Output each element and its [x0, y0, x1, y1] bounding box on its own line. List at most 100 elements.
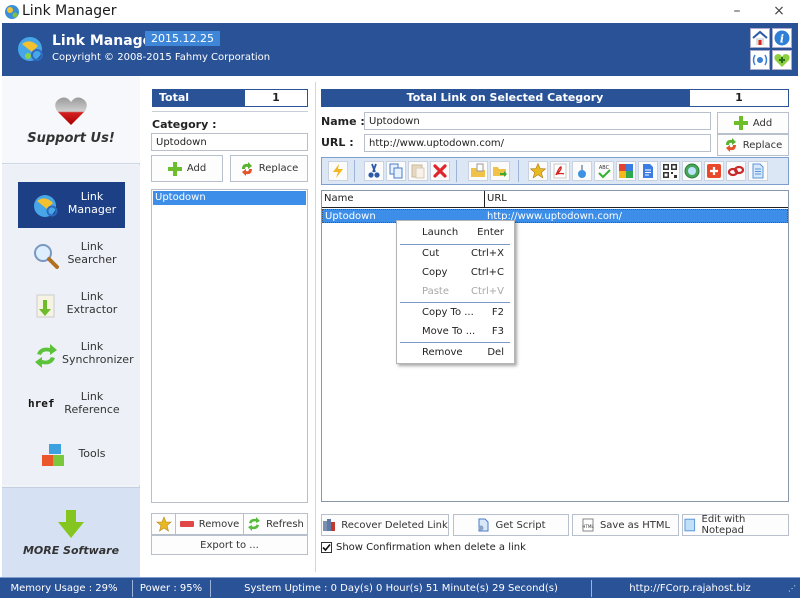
- copy-to-button[interactable]: [468, 161, 488, 181]
- category-label: Category :: [152, 118, 217, 131]
- cut-icon: [368, 163, 380, 178]
- qr-code-button[interactable]: [660, 161, 680, 181]
- total-category-count: 1: [244, 89, 308, 107]
- move-to-button[interactable]: [490, 161, 510, 181]
- save-as-html-button[interactable]: HTML Save as HTML: [572, 514, 679, 536]
- menu-item-copy[interactable]: Copy Ctrl+C: [397, 263, 514, 282]
- script-icon: [478, 518, 489, 532]
- favorite-category-button[interactable]: [151, 513, 176, 535]
- toolbar-separator: [518, 160, 519, 182]
- menu-label: Cut: [422, 248, 440, 259]
- add-category-button[interactable]: Add: [151, 155, 223, 182]
- menu-item-move-to[interactable]: Move To ... F3: [397, 322, 514, 341]
- add-plus-button[interactable]: [704, 161, 724, 181]
- notepad-button[interactable]: [748, 161, 768, 181]
- google-button[interactable]: [616, 161, 636, 181]
- sidebar-item-link-extractor[interactable]: Link Extractor: [18, 282, 125, 328]
- link-break-button[interactable]: [726, 161, 746, 181]
- potion-button[interactable]: [572, 161, 592, 181]
- spellcheck-button[interactable]: ABC: [594, 161, 614, 181]
- nav-label-line2: Searcher: [67, 253, 117, 266]
- update-button[interactable]: [750, 50, 770, 70]
- toolbar-separator: [354, 160, 355, 182]
- cell-name: Uptodown: [325, 211, 376, 222]
- column-divider[interactable]: [484, 191, 485, 208]
- menu-shortcut: Del: [487, 347, 504, 358]
- menu-shortcut: F3: [491, 326, 504, 337]
- replace-category-button[interactable]: Replace: [230, 155, 308, 182]
- notepad-icon: [684, 518, 696, 532]
- paste-button[interactable]: [408, 161, 428, 181]
- menu-item-cut[interactable]: Cut Ctrl+X: [397, 244, 514, 263]
- nav-label-line2: Extractor: [66, 303, 118, 316]
- support-us-label: Support Us!: [27, 131, 115, 146]
- menu-item-launch[interactable]: Launch Enter: [397, 223, 514, 242]
- add-label: Add: [752, 117, 773, 129]
- confirm-delete-checkbox[interactable]: [321, 542, 332, 553]
- copy-button[interactable]: [386, 161, 406, 181]
- add-link-button[interactable]: Add: [717, 112, 789, 134]
- window-title: Link Manager: [22, 3, 117, 19]
- replace-link-button[interactable]: Replace: [717, 134, 789, 156]
- menu-shortcut: Ctrl+C: [470, 267, 504, 278]
- menu-shortcut: Ctrl+V: [470, 286, 504, 297]
- web-button[interactable]: [682, 161, 702, 181]
- menu-item-remove[interactable]: Remove Del: [397, 343, 514, 362]
- nav-label-line1: Link: [80, 190, 104, 203]
- home-button[interactable]: [750, 28, 770, 48]
- resize-grip-icon[interactable]: ⋰: [788, 578, 796, 599]
- url-input[interactable]: [364, 134, 711, 152]
- sidebar-item-tools[interactable]: Tools: [18, 432, 125, 478]
- edit-with-notepad-button[interactable]: Edit with Notepad: [682, 514, 789, 536]
- link-break-icon: [727, 165, 745, 177]
- doc-icon: [643, 164, 653, 178]
- website-link[interactable]: http://FCorp.rajahost.biz: [592, 578, 788, 599]
- href-icon: href: [28, 397, 55, 410]
- delete-button[interactable]: [430, 161, 450, 181]
- heart-plus-icon: [774, 54, 790, 67]
- more-software-button[interactable]: MORE Software: [2, 487, 140, 577]
- lightning-icon: [333, 164, 343, 178]
- status-bar: Memory Usage : 29% Power : 95% System Up…: [0, 577, 800, 598]
- down-arrow-icon: [58, 510, 84, 538]
- html-label: Save as HTML: [599, 519, 671, 531]
- category-list-item[interactable]: Uptodown: [153, 191, 306, 205]
- category-input[interactable]: [151, 133, 308, 151]
- sidebar-item-link-manager[interactable]: Link Manager: [18, 182, 125, 228]
- svg-text:HTML: HTML: [582, 524, 594, 529]
- links-grid[interactable]: Name URL Uptodown http://www.uptodown.co…: [321, 190, 789, 502]
- confirm-delete-option[interactable]: Show Confirmation when delete a link: [321, 542, 526, 553]
- export-button[interactable]: Export to ...: [151, 535, 308, 555]
- close-button[interactable]: ×: [764, 0, 794, 22]
- table-row[interactable]: Uptodown http://www.uptodown.com/: [322, 209, 788, 223]
- launch-button[interactable]: [328, 161, 348, 181]
- replace-icon: [725, 138, 736, 152]
- notepad-icon: [752, 163, 764, 179]
- sync-arrows-icon: [35, 344, 57, 368]
- column-header-url[interactable]: URL: [487, 193, 507, 204]
- recover-deleted-link-button[interactable]: Recover Deleted Link: [321, 514, 449, 536]
- favorite-button[interactable]: [528, 161, 548, 181]
- pdf-button[interactable]: [550, 161, 570, 181]
- app-header: Link Manager 2015.12.25 Copyright © 2008…: [2, 23, 798, 76]
- sidebar-item-link-searcher[interactable]: Link Searcher: [18, 232, 125, 278]
- nav-label-line2: Manager: [67, 203, 117, 216]
- get-script-button[interactable]: Get Script: [453, 514, 569, 536]
- sidebar-item-link-reference[interactable]: href Link Reference: [18, 382, 125, 428]
- remove-category-button[interactable]: Remove: [175, 513, 244, 535]
- nav-label-line1: Link: [80, 340, 104, 353]
- document-button[interactable]: [638, 161, 658, 181]
- donate-button[interactable]: [772, 50, 792, 70]
- about-button[interactable]: i: [772, 28, 792, 48]
- paste-icon: [411, 164, 425, 179]
- refresh-button[interactable]: Refresh: [243, 513, 308, 535]
- column-header-name[interactable]: Name: [324, 193, 354, 204]
- name-input[interactable]: [364, 112, 711, 130]
- menu-item-copy-to[interactable]: Copy To ... F2: [397, 303, 514, 322]
- category-list[interactable]: Uptodown: [151, 189, 308, 503]
- support-us-button[interactable]: Support Us!: [2, 76, 140, 164]
- cut-button[interactable]: [364, 161, 384, 181]
- total-link-label: Total Link on Selected Category: [321, 89, 689, 107]
- sidebar-item-link-synchronizer[interactable]: Link Synchronizer: [18, 332, 134, 378]
- minimize-button[interactable]: –: [722, 0, 752, 22]
